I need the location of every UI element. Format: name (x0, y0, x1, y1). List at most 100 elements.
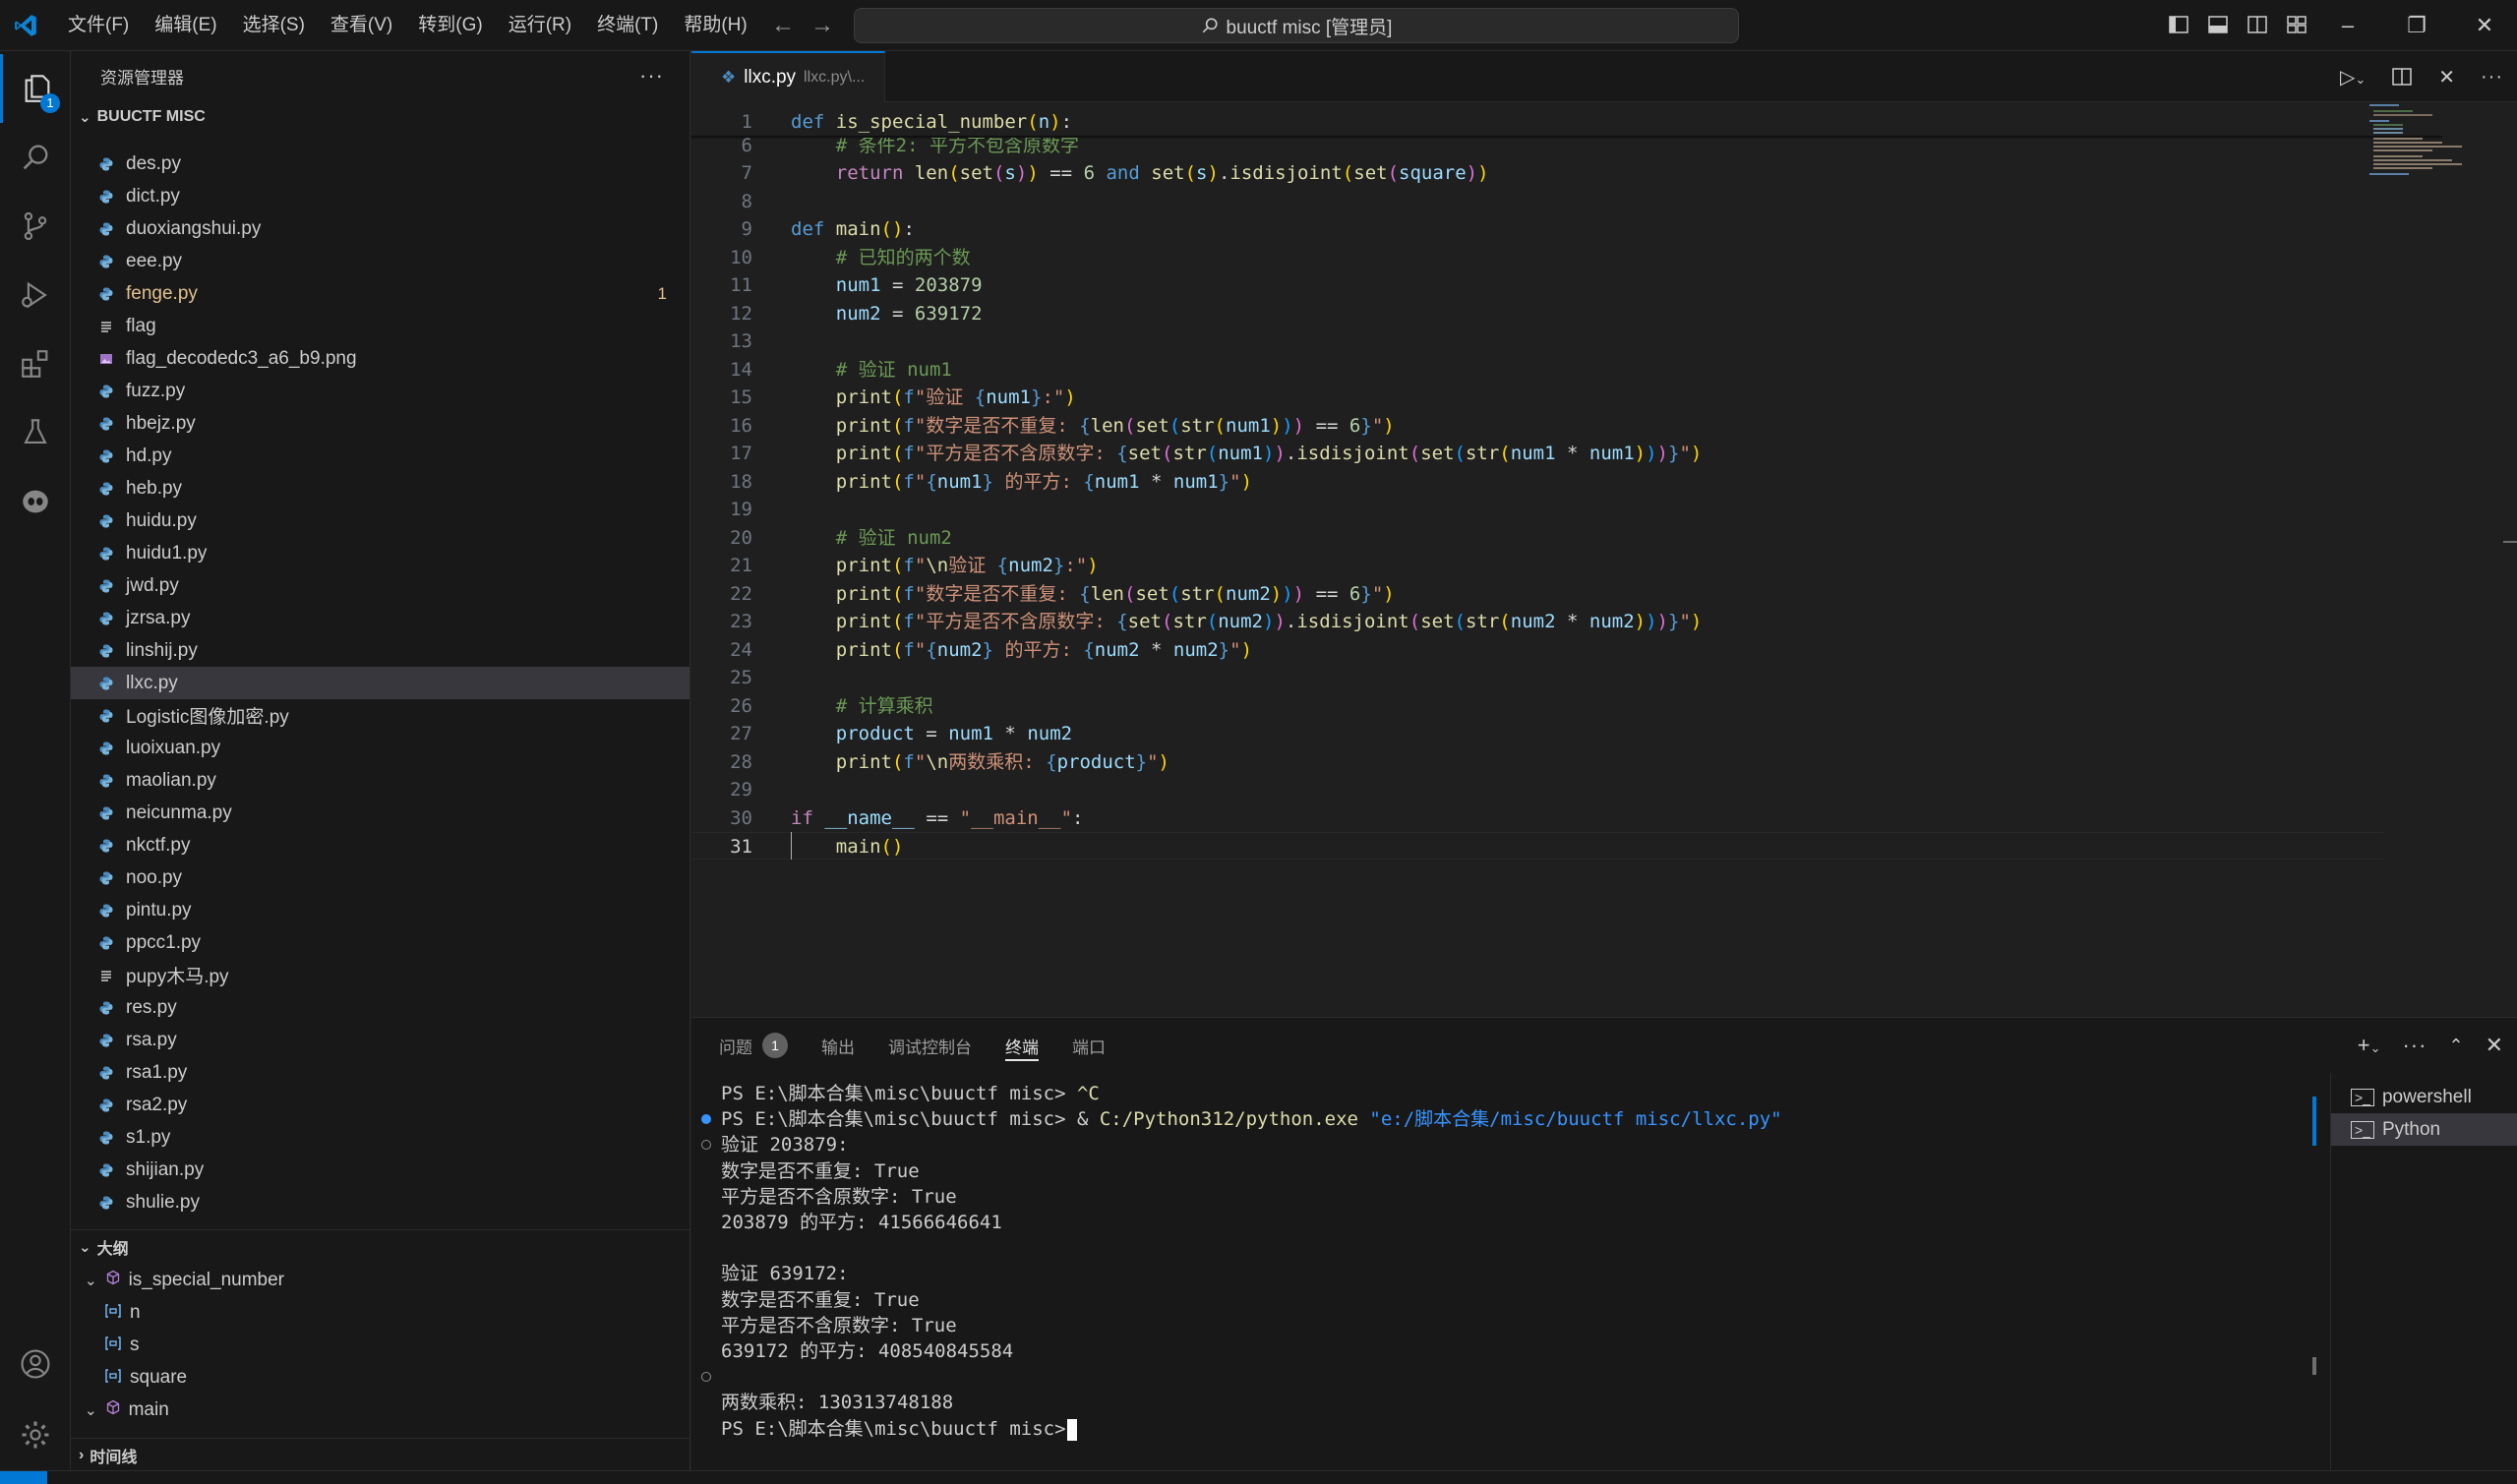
terminal-item-powershell[interactable]: >_ powershell (2331, 1081, 2517, 1113)
file-tree-item[interactable]: jwd.py (71, 569, 689, 602)
file-tree-item[interactable]: huidu1.py (71, 537, 689, 569)
file-tree-item[interactable]: pintu.py (71, 894, 689, 926)
file-tree-item[interactable]: pupy木马.py (71, 959, 689, 991)
more-actions-icon[interactable]: ··· (2481, 66, 2503, 89)
accounts-tab[interactable] (0, 1330, 71, 1398)
timeline-section[interactable]: › 时间线 (71, 1438, 689, 1470)
tab-ports[interactable]: 端口 (1072, 1018, 1106, 1073)
menu-item[interactable]: 终端(T) (584, 0, 671, 51)
menu-item[interactable]: 运行(R) (496, 0, 584, 51)
file-tree-item[interactable]: fuzz.py (71, 375, 689, 407)
menu-item[interactable]: 帮助(H) (671, 0, 759, 51)
outline-item[interactable]: ⌄ main (71, 1394, 689, 1426)
remote-indicator[interactable] (0, 1471, 47, 1484)
file-tree-item[interactable]: hbejz.py (71, 407, 689, 440)
split-editor-icon[interactable] (2391, 66, 2413, 88)
source-control-tab[interactable] (0, 192, 71, 261)
menu-item[interactable]: 选择(S) (230, 0, 318, 51)
tab-problems[interactable]: 问题 1 (719, 1018, 788, 1073)
file-tree-item[interactable]: neicunma.py (71, 797, 689, 829)
file-tree-item-partial[interactable] (71, 140, 689, 148)
file-tree-item[interactable]: rsa.py (71, 1024, 689, 1056)
maximize-panel-icon[interactable]: ⌃ (2448, 1036, 2463, 1056)
terminal[interactable]: PS E:\脚本合集\misc\buuctf misc> ^C PS E:\脚本合… (691, 1073, 2312, 1471)
file-tree-item[interactable]: luoixuan.py (71, 732, 689, 764)
more-actions-icon[interactable]: ··· (2402, 1033, 2427, 1058)
file-tree-item[interactable]: res.py (71, 991, 689, 1024)
file-tree-item[interactable]: huidu.py (71, 505, 689, 537)
menu-item[interactable]: 转到(G) (405, 0, 495, 51)
file-tree-item[interactable]: duoxiangshui.py (71, 212, 689, 245)
toggle-panel-icon[interactable] (2207, 14, 2229, 35)
file-tree-item[interactable]: maolian.py (71, 764, 689, 797)
file-tree-item[interactable]: rsa2.py (71, 1089, 689, 1121)
file-tree-item[interactable]: heb.py (71, 472, 689, 505)
manage-tab[interactable] (0, 1400, 71, 1469)
toggle-primary-sidebar-icon[interactable] (2168, 14, 2189, 35)
tab-debug-console[interactable]: 调试控制台 (888, 1018, 972, 1073)
menu-item[interactable]: 查看(V) (318, 0, 405, 51)
file-tree-item[interactable]: ppcc1.py (71, 926, 689, 959)
file-tree-item[interactable]: nkctf.py (71, 829, 689, 861)
customize-layout-icon[interactable] (2286, 14, 2307, 35)
menu-item[interactable]: 文件(F) (55, 0, 142, 51)
file-tree-item[interactable]: jzrsa.py (71, 602, 689, 634)
file-tree-item[interactable]: flag_decodedc3_a6_b9.png (71, 342, 689, 375)
file-name: nkctf.py (126, 834, 191, 856)
back-arrow-icon[interactable]: ← (771, 12, 795, 39)
toggle-secondary-sidebar-icon[interactable] (2247, 14, 2268, 35)
outline-item[interactable]: s (71, 1329, 689, 1361)
outline-section-header[interactable]: ⌄ 大纲 (71, 1230, 689, 1264)
testing-tab[interactable] (0, 398, 71, 467)
minimap[interactable] (2367, 102, 2476, 181)
more-actions-icon[interactable]: ··· (639, 63, 664, 89)
terminal-item-python[interactable]: >_ Python (2331, 1113, 2517, 1146)
tab-output[interactable]: 输出 (821, 1018, 855, 1073)
command-decoration-icon[interactable] (701, 1140, 711, 1151)
file-tree-item[interactable]: eee.py (71, 245, 689, 277)
file-tree-item[interactable]: des.py (71, 148, 689, 180)
code-line: 26 # 计算乘积 (730, 695, 933, 717)
command-center-search[interactable]: buuctf misc [管理员] (854, 8, 1739, 43)
explorer-tab[interactable]: 1 (0, 54, 71, 123)
outline-item[interactable]: ⌄ is_special_number (71, 1264, 689, 1296)
python-file-icon (96, 708, 116, 724)
search-tab[interactable] (0, 123, 71, 192)
timeline-section-header[interactable]: › 时间线 (71, 1439, 689, 1470)
file-tree-item[interactable]: s1.py (71, 1121, 689, 1154)
minimize-button[interactable]: – (2315, 0, 2380, 51)
close-window-button[interactable]: ✕ (2452, 0, 2517, 51)
file-tree-item[interactable]: Logistic图像加密.py (71, 699, 689, 732)
run-python-file-icon[interactable]: ▷⌄ (2340, 65, 2366, 89)
menu-item[interactable]: 编辑(E) (142, 0, 229, 51)
close-panel-icon[interactable]: ✕ (2486, 1033, 2503, 1058)
forward-arrow-icon[interactable]: → (810, 12, 834, 39)
file-tree-item[interactable]: dict.py (71, 180, 689, 212)
tab-terminal[interactable]: 终端 (1005, 1018, 1039, 1073)
run-debug-tab[interactable] (0, 261, 71, 329)
file-tree-item[interactable]: linshij.py (71, 634, 689, 667)
new-terminal-icon[interactable]: +⌄ (2358, 1033, 2381, 1058)
restore-button[interactable]: ❐ (2384, 0, 2449, 51)
file-tree-item[interactable]: rsa1.py (71, 1056, 689, 1089)
extensions-tab[interactable] (0, 329, 71, 398)
outline-item[interactable]: n (71, 1296, 689, 1329)
code-editor[interactable]: 1 def is_special_number(n): 6 # 条件2: 平方不包… (691, 102, 2517, 1017)
close-editor-icon[interactable]: ✕ (2438, 65, 2455, 89)
file-name: fuzz.py (126, 380, 186, 401)
file-tree-item[interactable]: flag (71, 310, 689, 342)
file-tree-item[interactable]: noo.py (71, 861, 689, 894)
editor-tab-llxc[interactable]: ❖ llxc.py llxc.py\... (691, 51, 886, 102)
file-tree-item[interactable]: shijian.py (71, 1154, 689, 1186)
remote-explorer-tab[interactable] (0, 467, 71, 536)
folder-section-header[interactable]: ⌄ BUUCTF MISC (71, 100, 689, 134)
file-tree-item[interactable]: hd.py (71, 440, 689, 472)
file-name: luoixuan.py (126, 737, 221, 758)
command-decoration-icon[interactable] (701, 1114, 711, 1125)
file-tree-item[interactable]: fenge.py 1 (71, 277, 689, 310)
command-decoration-icon[interactable] (701, 1372, 711, 1383)
file-tree-item[interactable]: llxc.py (71, 667, 689, 699)
python-file-icon (96, 384, 116, 399)
file-tree-item[interactable]: shulie.py (71, 1186, 689, 1218)
outline-item[interactable]: square (71, 1361, 689, 1394)
